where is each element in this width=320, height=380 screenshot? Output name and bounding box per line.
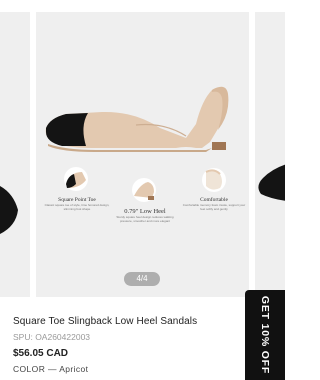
comfortable-insole-detail-image xyxy=(202,168,226,192)
feature-description: Classic square toe of style, time honore… xyxy=(44,203,110,211)
color-label: COLOR xyxy=(13,364,46,374)
feature-description: Sturdy square heel design reduces walkin… xyxy=(116,215,174,223)
previous-slide[interactable] xyxy=(0,12,30,297)
low-heel-detail-image xyxy=(132,178,156,202)
feature-title: 0.79" Low Heel xyxy=(124,208,166,215)
feature-description: Comfortable memory foam insole, support … xyxy=(182,203,246,211)
color-value: — Apricot xyxy=(48,364,89,374)
discount-label: GET 10% OFF xyxy=(259,295,271,375)
product-info: Square Toe Slingback Low Heel Sandals SP… xyxy=(13,316,243,374)
feature-comfortable: Comfortable Comfortable memory foam inso… xyxy=(181,197,247,211)
product-price: $56.05 CAD xyxy=(13,348,69,359)
square-toe-detail-image xyxy=(64,167,88,191)
slide-counter: 4/4 xyxy=(124,272,160,286)
next-shoe-image xyxy=(258,164,285,201)
slingback-sandal-image xyxy=(45,86,229,202)
discount-tab-button[interactable]: GET 10% OFF xyxy=(245,290,285,380)
product-image-gallery[interactable]: Square Point Toe Classic square toe of s… xyxy=(0,0,285,297)
product-sku: SPU: OA260422003 xyxy=(13,332,91,342)
color-selection: COLOR — Apricot xyxy=(13,364,243,374)
next-slide[interactable] xyxy=(255,12,285,297)
shoe-side-view xyxy=(45,86,229,152)
previous-shoe-image xyxy=(0,186,18,234)
feature-square-toe: Square Point Toe Classic square toe of s… xyxy=(44,197,110,211)
feature-low-heel: 0.79" Low Heel Sturdy square heel design… xyxy=(112,208,178,223)
current-slide[interactable]: Square Point Toe Classic square toe of s… xyxy=(36,12,249,297)
product-title: Square Toe Slingback Low Heel Sandals xyxy=(13,316,198,327)
